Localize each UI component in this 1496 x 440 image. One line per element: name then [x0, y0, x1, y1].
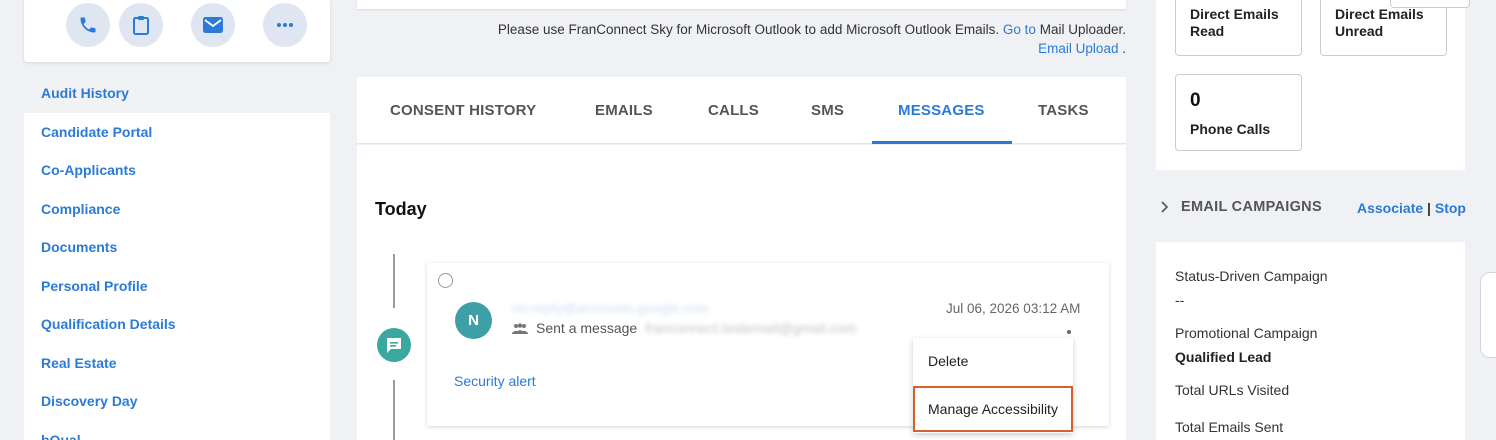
sidebar-item-documents[interactable]: Documents: [24, 228, 330, 267]
sidebar-item-co-applicants[interactable]: Co-Applicants: [24, 151, 330, 190]
link-separator: |: [1427, 200, 1431, 216]
activity-tabs: CONSENT HISTORY EMAILS CALLS SMS MESSAGE…: [357, 77, 1126, 144]
phone-calls-stat[interactable]: 0 Phone Calls: [1175, 74, 1302, 151]
email-campaigns-title: EMAIL CAMPAIGNS: [1181, 199, 1322, 215]
avatar: N: [455, 302, 492, 339]
tab-tasks[interactable]: TASKS: [1038, 77, 1089, 144]
quick-actions-card: [24, 0, 330, 62]
email-icon: [203, 17, 223, 33]
message-timestamp: Jul 06, 2026 03:12 AM: [946, 301, 1081, 316]
outlook-notice: Please use FranConnect Sky for Microsoft…: [406, 20, 1126, 58]
direct-emails-read-label: Direct Emails Read: [1190, 6, 1279, 39]
message-options-menu: Delete Manage Accessibility: [913, 338, 1073, 433]
total-urls-visited-label: Total URLs Visited: [1175, 382, 1290, 398]
top-right-control[interactable]: [1390, 0, 1470, 8]
direct-emails-unread-stat[interactable]: Direct Emails Unread: [1320, 0, 1447, 56]
notice-period: .: [1122, 41, 1126, 56]
delete-menu-item[interactable]: Delete: [913, 338, 1073, 384]
message-sent-line: Sent a message franconnect.testemail@gma…: [512, 320, 856, 336]
direct-emails-unread-label: Direct Emails Unread: [1335, 6, 1424, 39]
status-driven-campaign-value: --: [1175, 292, 1185, 308]
sidebar-item-qualification-details[interactable]: Qualification Details: [24, 305, 330, 344]
tab-emails[interactable]: EMAILS: [595, 77, 653, 144]
notice-text: Please use FranConnect Sky for Microsoft…: [497, 22, 1000, 37]
tab-messages[interactable]: MESSAGES: [898, 77, 985, 144]
email-button[interactable]: [191, 3, 235, 47]
email-upload-link[interactable]: Email Upload: [1038, 41, 1118, 56]
goto-link[interactable]: Go to: [1003, 22, 1036, 37]
task-button[interactable]: [119, 3, 163, 47]
status-driven-campaign-label: Status-Driven Campaign: [1175, 268, 1328, 284]
notice-uploader: Mail Uploader.: [1039, 22, 1126, 37]
promotional-campaign-label: Promotional Campaign: [1175, 325, 1318, 341]
sidebar-item-real-estate[interactable]: Real Estate: [24, 344, 330, 383]
message-subject-link[interactable]: Security alert: [454, 373, 536, 389]
select-radio[interactable]: [438, 273, 453, 288]
sidebar-item-audit-history[interactable]: Audit History: [24, 74, 330, 113]
group-icon: [512, 322, 528, 334]
campaign-actions: Associate | Stop: [1357, 200, 1466, 216]
tab-calls[interactable]: CALLS: [708, 77, 759, 144]
timeline-line-bottom: [393, 380, 395, 440]
active-tab-indicator: [872, 141, 1012, 144]
sidebar-item-discovery-day[interactable]: Discovery Day: [24, 382, 330, 421]
sidebar-item-bqual[interactable]: bQual: [24, 421, 330, 440]
stop-link[interactable]: Stop: [1435, 200, 1466, 216]
clipboard-icon: [133, 16, 149, 35]
sent-label: Sent a message: [536, 320, 638, 336]
top-panel-edge: [357, 0, 1126, 9]
more-options-icon[interactable]: [1067, 330, 1071, 334]
chevron-right-icon: [1161, 201, 1169, 213]
message-sender[interactable]: no-reply@accounts.google.com: [512, 300, 709, 316]
timeline-line-top: [393, 254, 395, 308]
phone-icon: [80, 17, 96, 33]
timeline-date-heading: Today: [375, 199, 427, 219]
message-icon: [377, 328, 411, 362]
sidebar-item-compliance[interactable]: Compliance: [24, 190, 330, 229]
side-drawer-handle[interactable]: [1480, 272, 1496, 358]
associate-link[interactable]: Associate: [1357, 200, 1423, 216]
tab-consent-history[interactable]: CONSENT HISTORY: [390, 77, 536, 144]
sidebar-item-personal-profile[interactable]: Personal Profile: [24, 267, 330, 306]
message-recipient: franconnect.testemail@gmail.com: [645, 320, 857, 336]
tab-sms[interactable]: SMS: [811, 77, 844, 144]
direct-emails-read-stat[interactable]: Direct Emails Read: [1175, 0, 1302, 56]
sidebar-nav: Audit History Candidate Portal Co-Applic…: [24, 74, 330, 440]
manage-accessibility-menu-item[interactable]: Manage Accessibility: [913, 386, 1073, 432]
more-icon: [277, 23, 293, 27]
email-campaigns-header[interactable]: EMAIL CAMPAIGNS: [1161, 199, 1322, 215]
promotional-campaign-value: Qualified Lead: [1175, 349, 1272, 365]
total-emails-sent-label: Total Emails Sent: [1175, 419, 1284, 435]
phone-calls-count: 0: [1190, 90, 1201, 111]
more-button[interactable]: [263, 3, 307, 47]
sidebar-item-candidate-portal[interactable]: Candidate Portal: [24, 113, 330, 152]
call-button[interactable]: [66, 3, 110, 47]
phone-calls-label: Phone Calls: [1190, 121, 1271, 137]
